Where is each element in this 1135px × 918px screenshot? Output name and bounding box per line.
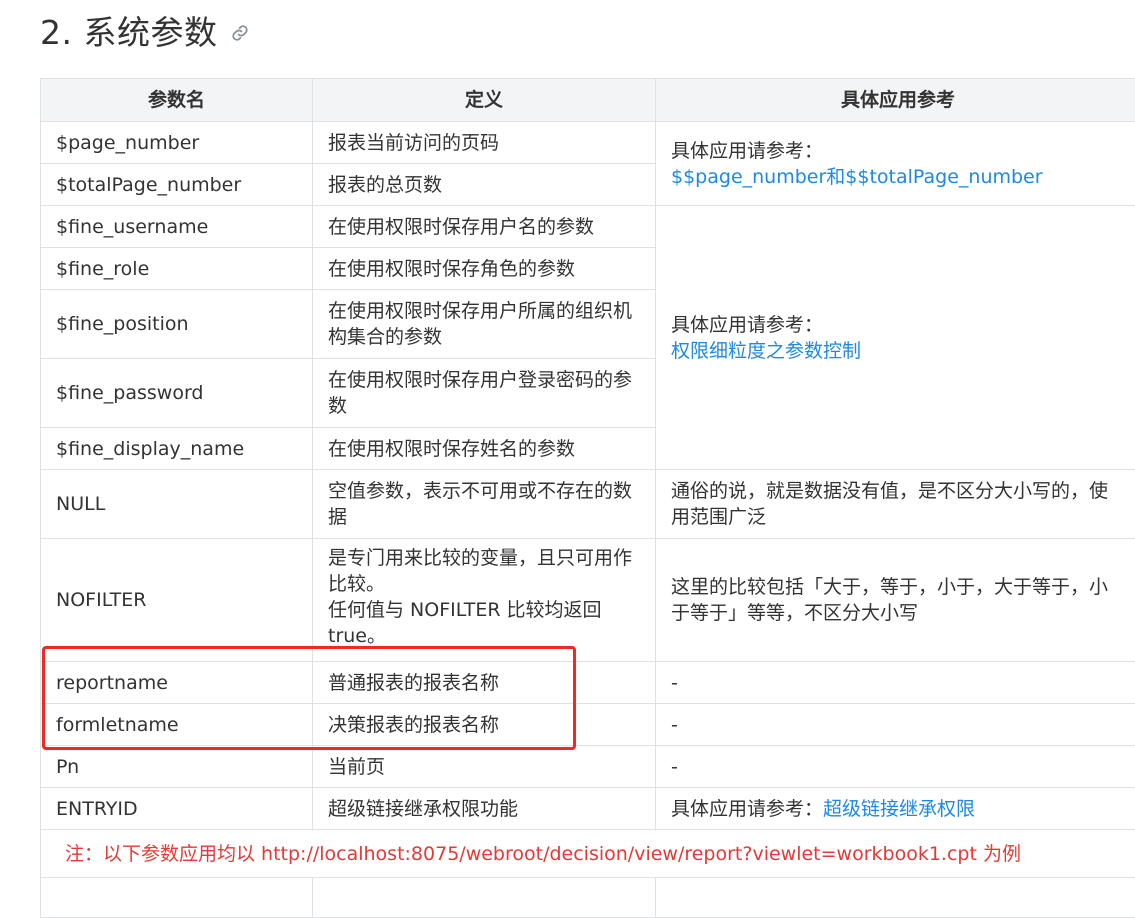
table-row: $fine_username 在使用权限时保存用户名的参数 具体应用请参考： 权…: [41, 206, 1135, 248]
param-reference: 具体应用请参考： $$page_number和$$totalPage_numbe…: [656, 122, 1135, 206]
reference-link[interactable]: 超级链接继承权限: [823, 798, 975, 820]
param-definition: 空值参数，表示不可用或不存在的数据: [313, 470, 656, 539]
table-row: Pn 当前页 -: [41, 746, 1135, 788]
param-definition: 报表当前访问的页码: [313, 122, 656, 164]
param-definition: 决策报表的报表名称: [313, 704, 656, 746]
param-reference: 具体应用请参考： 权限细粒度之参数控制: [656, 206, 1135, 470]
section-heading: 2. 系统参数: [40, 8, 249, 52]
param-definition: 报表的总页数: [313, 164, 656, 206]
table-row: [41, 878, 1135, 918]
table-row: formletname 决策报表的报表名称 -: [41, 704, 1135, 746]
param-reference: 这里的比较包括「大于，等于，小于，大于等于，小于等于」等等，不区分大小写: [656, 539, 1135, 662]
col-header-name: 参数名: [41, 79, 313, 122]
param-name: $page_number: [41, 122, 313, 164]
param-name: $fine_display_name: [41, 428, 313, 470]
reference-link[interactable]: $$page_number和$$totalPage_number: [671, 164, 1125, 190]
param-definition: 是专门用来比较的变量，且只可用作比较。 任何值与 NOFILTER 比较均返回 …: [313, 539, 656, 662]
table-row: reportname 普通报表的报表名称 -: [41, 662, 1135, 704]
param-definition: 在使用权限时保存用户名的参数: [313, 206, 656, 248]
note-text: 注：以下参数应用均以 http://localhost:8075/webroot…: [41, 830, 1135, 878]
table-row: ENTRYID 超级链接继承权限功能 具体应用请参考：超级链接继承权限: [41, 788, 1135, 830]
table-row: NULL 空值参数，表示不可用或不存在的数据 通俗的说，就是数据没有值，是不区分…: [41, 470, 1135, 539]
param-definition: 普通报表的报表名称: [313, 662, 656, 704]
param-reference: 通俗的说，就是数据没有值，是不区分大小写的，使用范围广泛: [656, 470, 1135, 539]
col-header-reference: 具体应用参考: [656, 79, 1135, 122]
param-name: Pn: [41, 746, 313, 788]
param-name: formletname: [41, 704, 313, 746]
param-name: $fine_password: [41, 359, 313, 428]
param-name: $fine_username: [41, 206, 313, 248]
table-header-row: 参数名 定义 具体应用参考: [41, 79, 1135, 122]
param-definition: 在使用权限时保存角色的参数: [313, 248, 656, 290]
param-name: ENTRYID: [41, 788, 313, 830]
table-row: NOFILTER 是专门用来比较的变量，且只可用作比较。 任何值与 NOFILT…: [41, 539, 1135, 662]
reference-label: 具体应用请参考：: [671, 312, 1125, 338]
param-reference: -: [656, 704, 1135, 746]
param-definition: 超级链接继承权限功能: [313, 788, 656, 830]
param-name: $fine_role: [41, 248, 313, 290]
params-table: 参数名 定义 具体应用参考 $page_number 报表当前访问的页码 具体应…: [40, 78, 1135, 918]
param-reference: 具体应用请参考：超级链接继承权限: [656, 788, 1135, 830]
param-reference: -: [656, 746, 1135, 788]
note-row: 注：以下参数应用均以 http://localhost:8075/webroot…: [41, 830, 1135, 878]
param-definition: 在使用权限时保存姓名的参数: [313, 428, 656, 470]
param-name: NOFILTER: [41, 539, 313, 662]
definition-line: 任何值与 NOFILTER 比较均返回 true。: [328, 597, 640, 649]
param-definition: 在使用权限时保存用户登录密码的参数: [313, 359, 656, 428]
param-name: $totalPage_number: [41, 164, 313, 206]
table-cell: [41, 878, 313, 918]
param-name: $fine_position: [41, 290, 313, 359]
param-definition: 在使用权限时保存用户所属的组织机构集合的参数: [313, 290, 656, 359]
link-icon[interactable]: [231, 24, 249, 42]
param-definition: 当前页: [313, 746, 656, 788]
param-name: reportname: [41, 662, 313, 704]
table-row: $page_number 报表当前访问的页码 具体应用请参考： $$page_n…: [41, 122, 1135, 164]
section-title: 2. 系统参数: [40, 6, 217, 54]
col-header-definition: 定义: [313, 79, 656, 122]
param-reference: -: [656, 662, 1135, 704]
reference-link[interactable]: 权限细粒度之参数控制: [671, 338, 1125, 364]
reference-label: 具体应用请参考：: [671, 138, 1125, 164]
param-name: NULL: [41, 470, 313, 539]
table-cell: [656, 878, 1135, 918]
reference-label: 具体应用请参考：: [671, 798, 823, 820]
table-cell: [313, 878, 656, 918]
definition-line: 是专门用来比较的变量，且只可用作比较。: [328, 545, 640, 597]
